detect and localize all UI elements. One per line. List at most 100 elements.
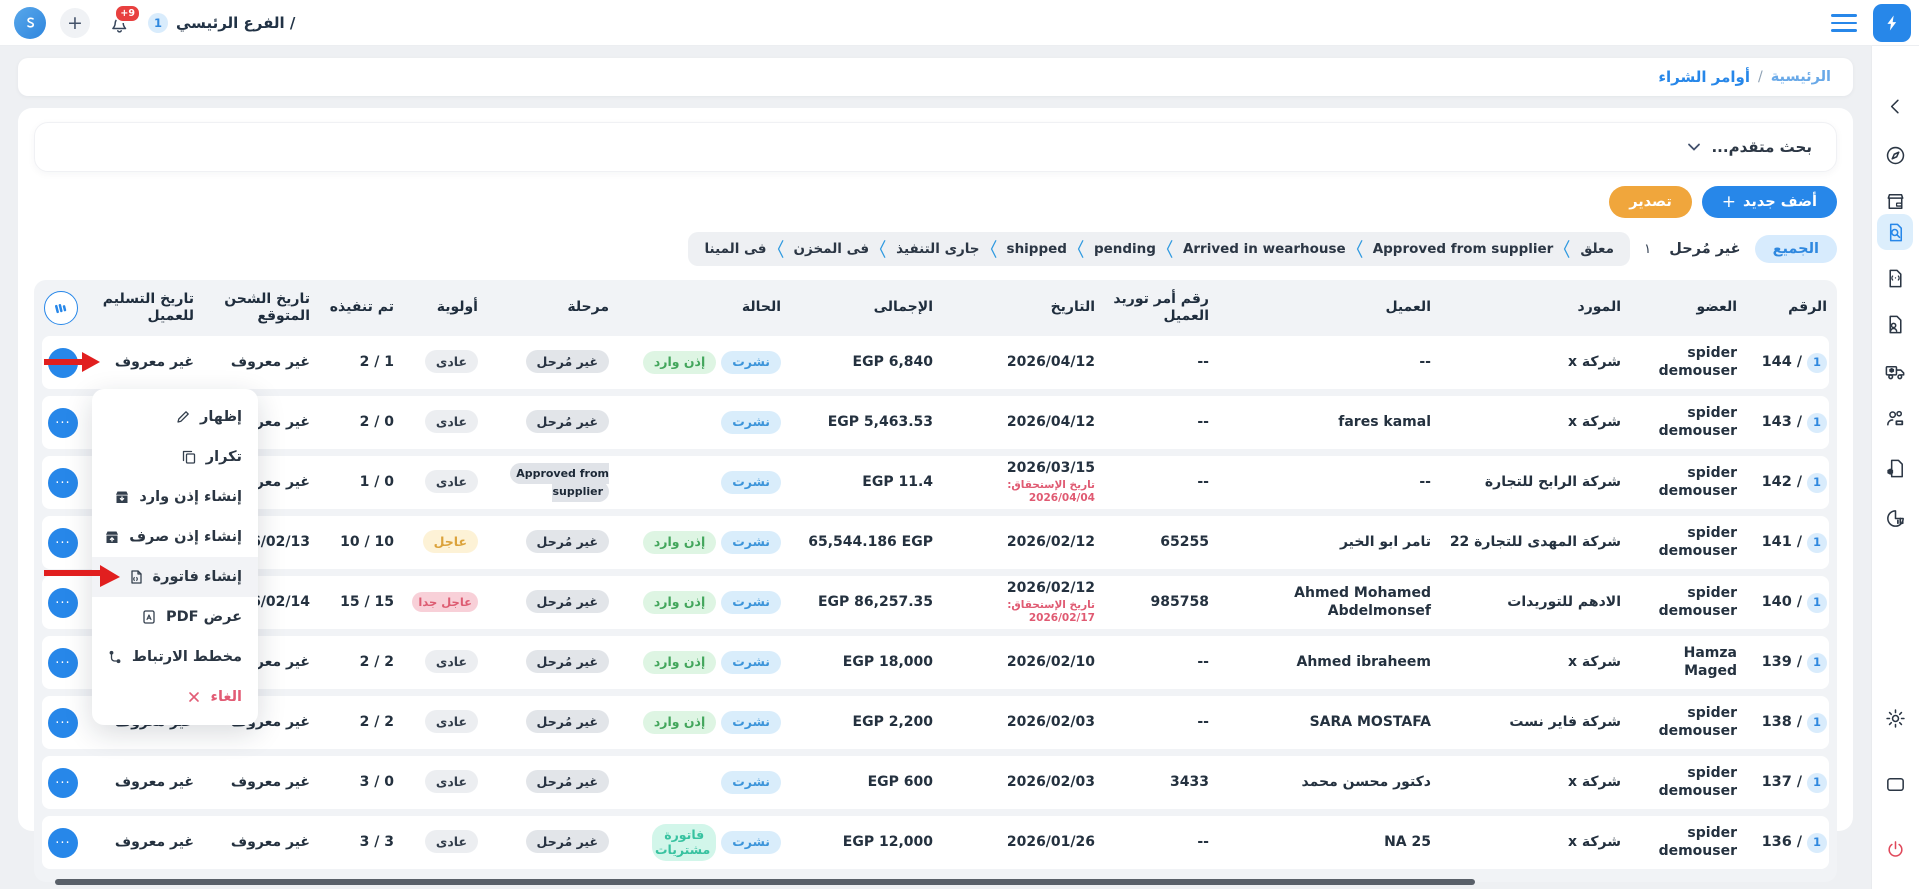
pipeline-tab[interactable]: pending <box>1094 241 1156 257</box>
sidebar-item-document-info[interactable] <box>1877 260 1913 296</box>
cell-status: نشرتإذن وارد <box>609 591 781 613</box>
column-header: أولوية <box>394 299 478 317</box>
tab-all[interactable]: الجميع <box>1755 235 1837 263</box>
pipeline-tab[interactable]: فى المينا <box>704 241 766 257</box>
sidebar-item-power[interactable] <box>1877 831 1913 867</box>
copy-icon <box>181 449 197 465</box>
menu-item-pdf[interactable]: عرض PDF <box>92 597 258 637</box>
menu-item-graph[interactable]: مخطط الارتباط <box>92 637 258 677</box>
notifications-button[interactable]: +9 <box>104 8 134 38</box>
app-logo-icon[interactable] <box>14 7 46 39</box>
column-header: الرقم <box>1737 299 1827 317</box>
sidebar-item-collapse-chevron[interactable] <box>1877 88 1913 124</box>
cell-order-number: 1/139 <box>1737 653 1827 673</box>
pipeline-tab[interactable]: Arrived in wearhouse <box>1183 241 1346 257</box>
status-pill-unposted: غير مُرحل <box>526 350 609 373</box>
cell-total: EGP 5,463.53 <box>781 414 933 432</box>
cell-date: 2026/02/03 <box>933 774 1095 792</box>
row-actions-button[interactable]: ... <box>48 648 78 678</box>
cell-stage: Approved from supplier <box>478 465 609 500</box>
sidebar-item-document-user[interactable] <box>1877 306 1913 342</box>
export-button[interactable]: تصدير <box>1609 186 1692 218</box>
status-pill-grn: إذن وارد <box>643 711 716 733</box>
cell-expected-ship-date: غير معروف <box>194 774 310 792</box>
cell-priority: عادى <box>394 474 478 492</box>
cell-client-po: -- <box>1095 834 1209 852</box>
branch-breadcrumb[interactable]: 1 الفرع الرئيسي / <box>148 13 295 33</box>
table-row[interactable]: 1/140spider demouserالادهم للتوريداتAhme… <box>42 576 1829 629</box>
pencil-icon <box>175 409 191 425</box>
status-pill-published: نشرت <box>721 711 781 733</box>
menu-item-cancel[interactable]: الغاء <box>92 677 258 717</box>
purchase-orders-icon <box>1884 221 1907 244</box>
reports-pie-icon <box>1884 507 1907 530</box>
row-actions-button[interactable]: ... <box>48 528 78 558</box>
sidebar-item-purchase-orders[interactable] <box>1877 214 1913 250</box>
table-row[interactable]: 1/142spider demouserشركة الرابح للتجارة-… <box>42 456 1829 509</box>
row-actions-button[interactable]: ... <box>48 708 78 738</box>
table-row[interactable]: 1/141spider demouserشركة المهدى للتجارة … <box>42 516 1829 569</box>
tab-unposted[interactable]: غير مُرحل ١ <box>1644 241 1741 257</box>
compass-icon <box>1884 144 1907 167</box>
pipeline-tab[interactable]: Approved from supplier <box>1373 241 1554 257</box>
sidebar-item-window[interactable] <box>1877 766 1913 802</box>
cell-expected-ship-date: غير معروف <box>194 354 310 372</box>
sidebar-item-settings-gear[interactable] <box>1877 700 1913 736</box>
status-pill-unposted: غير مُرحل <box>526 650 609 673</box>
menu-item-box-in[interactable]: إنشاء إذن وارد <box>92 477 258 517</box>
sidebar-item-compass[interactable] <box>1877 137 1913 173</box>
menu-toggle-button[interactable] <box>1831 14 1857 31</box>
cell-priority: عادى <box>394 714 478 732</box>
advanced-search-toggle[interactable]: بحث متقدم... <box>34 122 1837 172</box>
status-pill-approved: Approved from supplier <box>510 463 609 502</box>
branch-count-badge: 1 <box>1807 413 1827 433</box>
cell-executed: 3 / 0 <box>310 774 394 792</box>
sidebar-item-reports-pie[interactable] <box>1877 500 1913 536</box>
breadcrumb-home-link[interactable]: الرئيسية <box>1771 69 1831 85</box>
row-actions-button[interactable]: ... <box>48 468 78 498</box>
add-new-button[interactable]: أضف جديد + <box>1702 186 1837 218</box>
status-pill-purchase_invoice: فاتورة مشتريات <box>652 824 716 861</box>
row-actions-button[interactable]: ... <box>48 768 78 798</box>
horizontal-scrollbar-thumb[interactable] <box>55 879 1475 885</box>
cell-client: Ahmed Mohamed Abdelmonsef <box>1209 585 1431 620</box>
table-row[interactable]: 1/143spider demouserشركة xfares kamal--2… <box>42 396 1829 449</box>
status-pill-urgent: عاجل <box>423 530 478 553</box>
header-right-group <box>1831 0 1911 46</box>
sidebar-item-shipping-truck[interactable] <box>1877 353 1913 389</box>
cell-actions: ... <box>40 408 78 438</box>
pipeline-tab[interactable]: فى المخزن <box>794 241 870 257</box>
cell-actions: ... <box>40 468 78 498</box>
table-row[interactable]: 1/137spider demouserشركة xدكتور محسن محم… <box>42 756 1829 809</box>
cell-order-number: 1/137 <box>1737 773 1827 793</box>
columns-settings-button[interactable] <box>44 291 78 325</box>
menu-item-pencil[interactable]: إظهار <box>92 397 258 437</box>
pipeline-tab[interactable]: جارى التنفيذ <box>896 241 979 257</box>
cell-order-number: 1/136 <box>1737 833 1827 853</box>
sidebar-item-customers-money[interactable] <box>1877 400 1913 436</box>
column-header: الحالة <box>609 299 781 317</box>
cell-stage: غير مُرحل <box>478 534 609 552</box>
cell-member: spider demouser <box>1621 465 1737 500</box>
menu-item-copy[interactable]: تكرار <box>92 437 258 477</box>
menu-item-box-out[interactable]: إنشاء إذن صرف <box>92 517 258 557</box>
cell-status: نشرتإذن وارد <box>609 711 781 733</box>
table-row[interactable]: 1/139Hamza Magedشركة xAhmed ibraheem--20… <box>42 636 1829 689</box>
pipeline-tab[interactable]: shipped <box>1007 241 1067 257</box>
status-pill-unposted: غير مُرحل <box>526 590 609 613</box>
table-row[interactable]: 1/136spider demouserشركة xNA 25--2026/01… <box>42 816 1829 869</box>
status-pill-normal: عادى <box>425 350 478 373</box>
cell-executed: 2 / 1 <box>310 354 394 372</box>
pipeline-tab[interactable]: معلق <box>1580 241 1614 257</box>
document-package-icon <box>1884 457 1907 480</box>
quick-add-button[interactable]: + <box>60 8 90 38</box>
row-actions-button[interactable]: ... <box>48 408 78 438</box>
cell-total: EGP 11.4 <box>781 474 933 492</box>
branch-label: الفرع الرئيسي / <box>176 14 295 32</box>
app-logo-square[interactable] <box>1873 4 1911 42</box>
row-actions-button[interactable]: ... <box>48 828 78 858</box>
sidebar-item-document-package[interactable] <box>1877 450 1913 486</box>
table-row[interactable]: 1/144spider demouserشركة x----2026/04/12… <box>42 336 1829 389</box>
table-row[interactable]: 1/138spider demouserشركة فاير نستSARA MO… <box>42 696 1829 749</box>
row-actions-button[interactable]: ... <box>48 588 78 618</box>
